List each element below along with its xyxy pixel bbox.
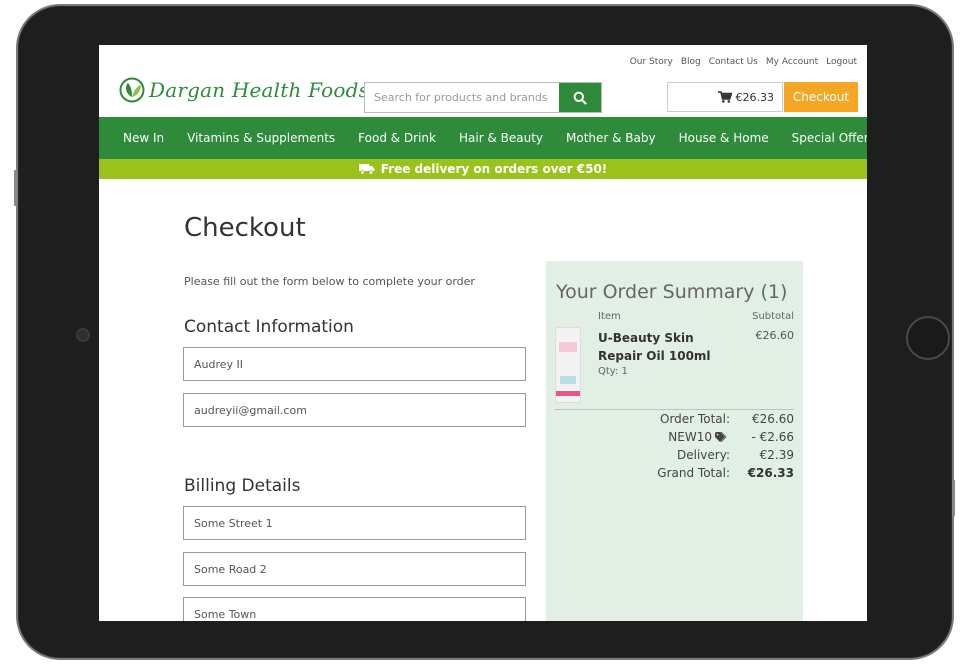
nav-house-home[interactable]: House & Home	[679, 131, 769, 145]
product-image[interactable]	[555, 327, 581, 403]
promo-text: Free delivery on orders over €50!	[380, 162, 608, 176]
summary-divider	[555, 409, 794, 410]
search-input[interactable]	[365, 83, 559, 112]
promo-banner: Free delivery on orders over €50!	[99, 159, 867, 179]
search-button[interactable]	[559, 83, 601, 112]
order-total-value: €26.60	[752, 412, 794, 426]
address-line2-field[interactable]: Some Road 2	[183, 552, 526, 586]
nav-mother-baby[interactable]: Mother & Baby	[566, 131, 656, 145]
cart-icon	[717, 91, 732, 103]
discount-row: NEW10 - €2.66	[555, 430, 794, 444]
tag-icon	[715, 431, 727, 442]
tablet-side-button	[952, 480, 955, 516]
truck-icon	[358, 164, 375, 175]
tablet-camera	[76, 328, 90, 342]
billing-heading: Billing Details	[184, 476, 301, 496]
product-name[interactable]: U-Beauty Skin Repair Oil 100ml	[598, 329, 728, 365]
search-bar	[364, 82, 602, 113]
top-link-our-story[interactable]: Our Story	[630, 57, 673, 67]
summary-col-item: Item	[598, 311, 621, 322]
name-field[interactable]: Audrey II	[183, 347, 526, 381]
logo-text: Dargan Health Foods	[149, 78, 370, 102]
tablet-home-button[interactable]	[906, 316, 950, 360]
nav-vitamins[interactable]: Vitamins & Supplements	[187, 131, 335, 145]
grand-total-label: Grand Total:	[657, 466, 730, 480]
top-link-contact-us[interactable]: Contact Us	[709, 57, 758, 67]
cart-total: €26.33	[735, 90, 775, 104]
page-title: Checkout	[184, 213, 306, 243]
top-link-logout[interactable]: Logout	[826, 57, 857, 67]
product-qty: Qty: 1	[598, 366, 628, 377]
nav-food-drink[interactable]: Food & Drink	[358, 131, 436, 145]
email-field[interactable]: audreyii@gmail.com	[183, 393, 526, 427]
address-line1-field[interactable]: Some Street 1	[183, 506, 526, 540]
site-logo[interactable]: Dargan Health Foods	[119, 77, 369, 103]
grand-total-row: Grand Total: €26.33	[555, 466, 794, 480]
summary-title: Your Order Summary (1)	[556, 281, 788, 303]
discount-label: NEW10	[555, 430, 730, 444]
order-total-row: Order Total: €26.60	[555, 412, 794, 426]
browser-screen: Our Story Blog Contact Us My Account Log…	[99, 45, 867, 621]
cart-summary[interactable]: €26.33	[667, 82, 783, 112]
delivery-value: €2.39	[759, 448, 794, 462]
leaf-logo-icon	[119, 77, 145, 103]
product-price: €26.60	[755, 329, 795, 342]
main-nav: New In Vitamins & Supplements Food & Dri…	[99, 117, 867, 159]
summary-col-subtotal: Subtotal	[752, 311, 794, 322]
page-intro: Please fill out the form below to comple…	[184, 275, 475, 288]
grand-total-value: €26.33	[747, 466, 794, 480]
town-field[interactable]: Some Town	[183, 597, 526, 621]
contact-heading: Contact Information	[184, 317, 354, 337]
order-total-label: Order Total:	[660, 412, 730, 426]
discount-value: - €2.66	[751, 430, 795, 444]
delivery-row: Delivery: €2.39	[555, 448, 794, 462]
discount-code: NEW10	[668, 430, 712, 444]
order-summary: Your Order Summary (1) Item Subtotal U-B…	[546, 261, 803, 621]
nav-special-offers[interactable]: Special Offers	[792, 131, 867, 145]
nav-hair-beauty[interactable]: Hair & Beauty	[459, 131, 543, 145]
top-link-my-account[interactable]: My Account	[766, 57, 818, 67]
nav-new-in[interactable]: New In	[123, 131, 164, 145]
top-link-blog[interactable]: Blog	[681, 57, 701, 67]
delivery-label: Delivery:	[677, 448, 730, 462]
search-icon	[573, 91, 587, 105]
checkout-button[interactable]: Checkout	[784, 82, 858, 112]
tablet-side-button	[14, 170, 17, 206]
top-links: Our Story Blog Contact Us My Account Log…	[630, 57, 857, 67]
